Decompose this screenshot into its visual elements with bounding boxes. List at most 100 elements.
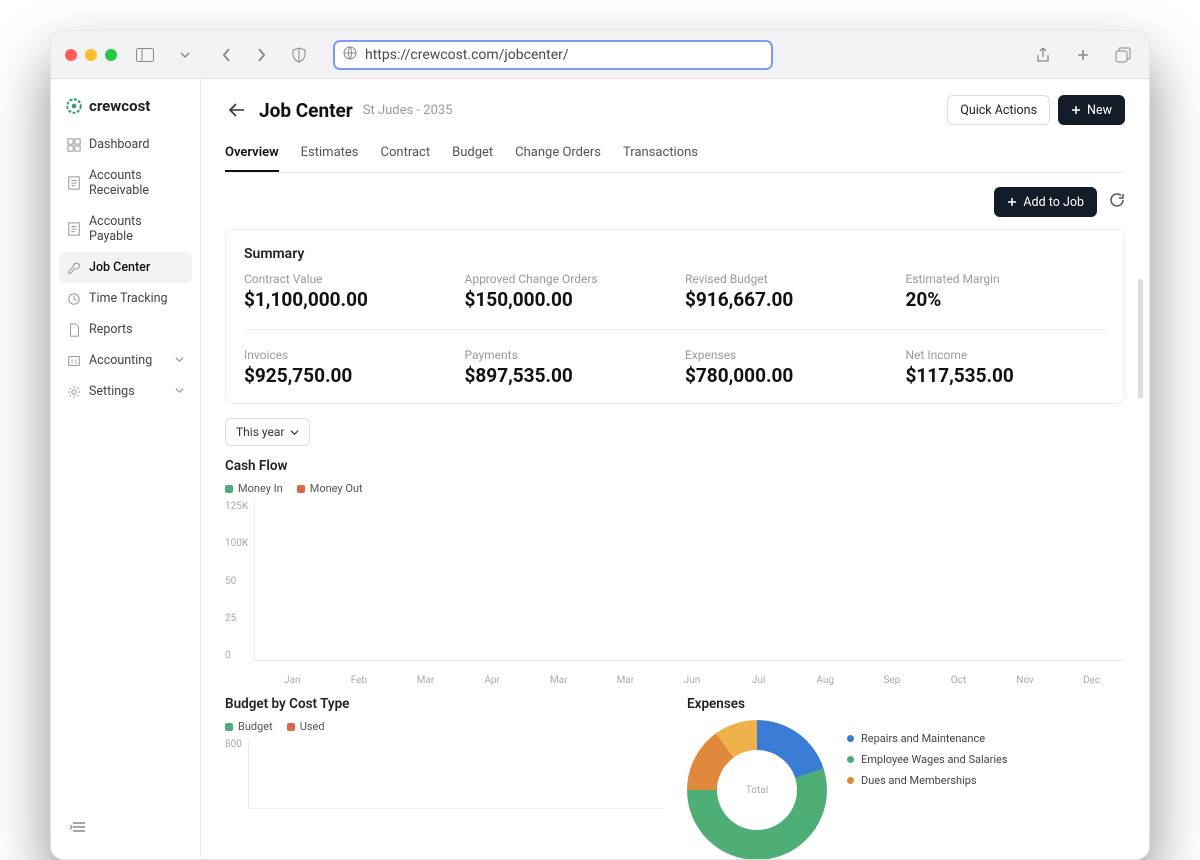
nav-label: Accounting	[89, 353, 152, 368]
chart-plot-area	[248, 739, 663, 809]
nav-icon	[67, 323, 81, 337]
metric-value: $1,100,000.00	[244, 288, 445, 311]
metric-value: $916,667.00	[685, 288, 886, 311]
chart-x-axis: JanFebMarAprMarMarJunJulAugSepOctNovDec	[259, 675, 1125, 686]
sidebar-item-accounts-payable[interactable]: Accounts Payable	[59, 206, 192, 252]
new-tab-icon[interactable]	[1071, 43, 1095, 67]
summary-metric: Invoices$925,750.00	[244, 348, 445, 387]
url-text: https://crewcost.com/jobcenter/	[365, 47, 569, 63]
window-maximize-button[interactable]	[105, 49, 117, 61]
metric-label: Invoices	[244, 348, 445, 362]
time-range-filter[interactable]: This year	[225, 418, 310, 446]
browser-toolbar: https://crewcost.com/jobcenter/	[51, 31, 1149, 79]
page-title: Job Center	[259, 99, 353, 122]
nav-label: Job Center	[89, 260, 150, 275]
scrollbar[interactable]	[1138, 279, 1143, 399]
nav-icon	[67, 176, 81, 190]
chevron-down-icon	[175, 384, 184, 399]
nav-back-button[interactable]	[215, 43, 239, 67]
sidebar-item-accounts-receivable[interactable]: Accounts Receivable	[59, 160, 192, 206]
expenses-legend: Repairs and Maintenance Employee Wages an…	[847, 732, 1008, 787]
summary-metric: Estimated Margin 20%	[906, 272, 1107, 311]
tab-contract[interactable]: Contract	[381, 139, 431, 172]
nav-icon	[67, 354, 81, 368]
budget-section: Budget by Cost Type Budget Used 800	[225, 696, 663, 859]
expense-legend-item: Employee Wages and Salaries	[847, 753, 1008, 766]
cash-flow-title: Cash Flow	[225, 458, 1125, 474]
metric-value: $780,000.00	[685, 364, 886, 387]
nav-icon	[67, 138, 81, 152]
share-icon[interactable]	[1031, 43, 1055, 67]
expenses-donut-chart: Total	[687, 720, 827, 859]
sidebar-item-job-center[interactable]: Job Center	[59, 252, 192, 283]
nav-icon	[67, 261, 81, 275]
sidebar-item-accounting[interactable]: Accounting	[59, 345, 192, 376]
chart-plot-area	[254, 501, 1125, 661]
globe-icon	[343, 46, 357, 64]
nav-label: Reports	[89, 322, 133, 337]
tab-transactions[interactable]: Transactions	[623, 139, 698, 172]
metric-label: Estimated Margin	[906, 272, 1107, 286]
summary-metric: Revised Budget $916,667.00	[685, 272, 886, 311]
tab-overview[interactable]: Overview	[225, 139, 279, 172]
nav-forward-button[interactable]	[249, 43, 273, 67]
expense-legend-item: Repairs and Maintenance	[847, 732, 1008, 745]
sidebar-item-dashboard[interactable]: Dashboard	[59, 129, 192, 160]
summary-card: Summary Contract Value $1,100,000.00 Appro…	[225, 229, 1125, 404]
nav-icon	[67, 292, 81, 306]
chevron-down-icon	[175, 353, 184, 368]
expenses-title: Expenses	[687, 696, 1125, 712]
metric-label: Revised Budget	[685, 272, 886, 286]
metric-label: Approved Change Orders	[465, 272, 666, 286]
window-minimize-button[interactable]	[85, 49, 97, 61]
tabs-bar: Overview Estimates Contract Budget Change Or…	[225, 139, 1125, 173]
back-arrow-icon[interactable]	[225, 98, 249, 122]
sidebar-item-reports[interactable]: Reports	[59, 314, 192, 345]
metric-value: $117,535.00	[906, 364, 1107, 387]
url-bar[interactable]: https://crewcost.com/jobcenter/	[333, 40, 773, 70]
metric-label: Contract Value	[244, 272, 445, 286]
tab-budget[interactable]: Budget	[452, 139, 493, 172]
chevron-down-icon[interactable]	[173, 43, 197, 67]
sidebar-item-settings[interactable]: Settings	[59, 376, 192, 407]
donut-center-label: Total	[746, 785, 768, 796]
window-close-button[interactable]	[65, 49, 77, 61]
page-header: Job Center St Judes - 2035 Quick Actions…	[225, 95, 1125, 125]
nav-icon	[67, 385, 81, 399]
sidebar-item-time-tracking[interactable]: Time Tracking	[59, 283, 192, 314]
tabs-overview-icon[interactable]	[1111, 43, 1135, 67]
summary-metric: Expenses$780,000.00	[685, 348, 886, 387]
tab-change-orders[interactable]: Change Orders	[515, 139, 601, 172]
brand-logo[interactable]: crewcost	[59, 93, 192, 119]
nav-label: Accounts Payable	[89, 214, 184, 244]
expenses-section: Expenses Total Repairs and Maintenance Em…	[687, 696, 1125, 859]
metric-label: Net Income	[906, 348, 1107, 362]
nav-label: Dashboard	[89, 137, 149, 152]
summary-metric: Approved Change Orders$150,000.00	[465, 272, 666, 311]
metric-value: $897,535.00	[465, 364, 666, 387]
budget-title: Budget by Cost Type	[225, 696, 663, 712]
nav-label: Accounts Receivable	[89, 168, 184, 198]
summary-title: Summary	[244, 246, 1106, 262]
quick-actions-button[interactable]: Quick Actions	[947, 95, 1050, 125]
page-subtitle: St Judes - 2035	[363, 103, 453, 118]
sidebar-toggle-icon[interactable]	[131, 43, 159, 67]
chart-y-axis: 125K100K50250	[225, 501, 254, 661]
new-button[interactable]: New	[1058, 95, 1125, 125]
tab-estimates[interactable]: Estimates	[301, 139, 359, 172]
refresh-icon[interactable]	[1109, 192, 1125, 212]
nav-label: Time Tracking	[89, 291, 168, 306]
expense-legend-item: Dues and Memberships	[847, 774, 1008, 787]
nav-icon	[67, 222, 81, 236]
summary-metric: Payments $897,535.00	[465, 348, 666, 387]
main-content: Job Center St Judes - 2035 Quick Actions…	[201, 79, 1149, 859]
summary-metric: Contract Value $1,100,000.00	[244, 272, 445, 311]
metric-label: Payments	[465, 348, 666, 362]
shield-icon[interactable]	[287, 43, 311, 67]
summary-metric: Net Income $117,535.00	[906, 348, 1107, 387]
cash-flow-legend: Money In Money Out	[225, 482, 1125, 495]
traffic-lights	[65, 49, 117, 61]
metric-value: 20%	[906, 288, 1107, 311]
collapse-sidebar-icon[interactable]	[65, 815, 89, 839]
add-to-job-button[interactable]: Add to Job	[994, 187, 1097, 217]
